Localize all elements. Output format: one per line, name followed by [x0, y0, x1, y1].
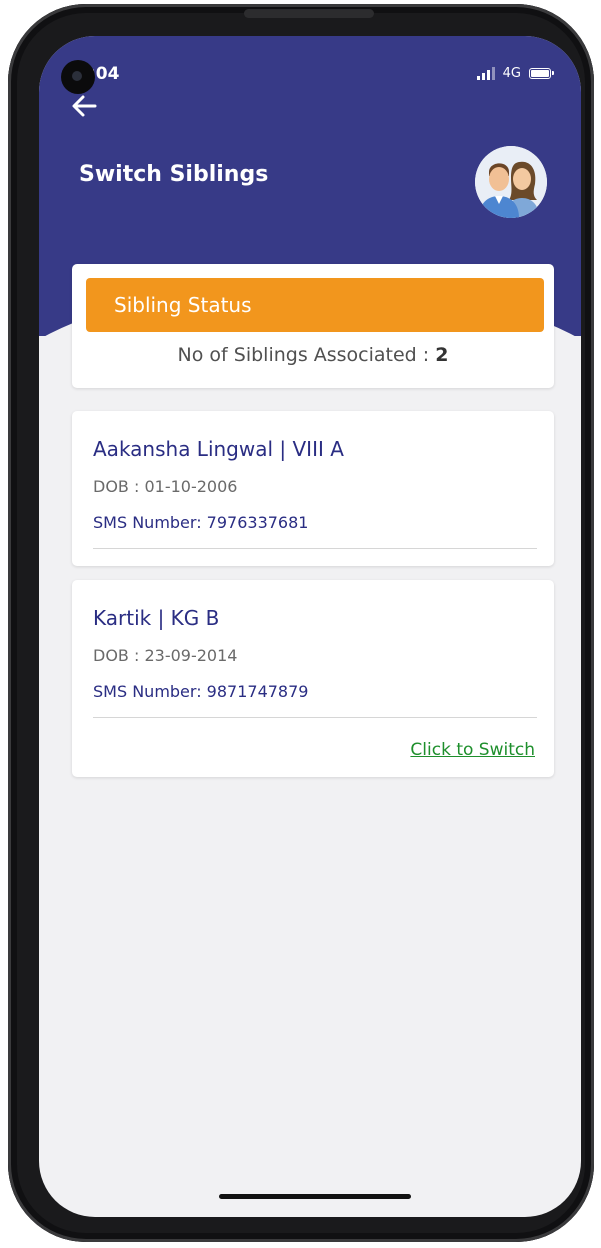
click-to-switch-link[interactable]: Click to Switch [410, 740, 535, 760]
front-camera-icon [61, 60, 95, 94]
card-divider [93, 717, 537, 718]
sibling-status-banner: Sibling Status [86, 278, 544, 332]
siblings-avatar-icon[interactable] [475, 146, 547, 218]
avatar-illustration [475, 146, 547, 218]
arrow-left-icon [72, 95, 97, 117]
sibling-name-class: Kartik | KG B [93, 606, 220, 630]
app-screen: :04 4G Switch Siblings Sibling Status No… [39, 36, 581, 1217]
siblings-associated-label: No of Siblings Associated : [177, 344, 436, 366]
sibling-dob: DOB : 01-10-2006 [93, 477, 238, 496]
sibling-card[interactable]: Aakansha Lingwal | VIII A DOB : 01-10-20… [72, 411, 554, 566]
sibling-status-card: Sibling Status No of Siblings Associated… [72, 264, 554, 388]
sibling-sms-number: SMS Number: 7976337681 [93, 513, 309, 532]
back-button[interactable] [65, 88, 105, 124]
status-indicators: 4G [476, 66, 554, 81]
sibling-name-class: Aakansha Lingwal | VIII A [93, 437, 344, 461]
sibling-card[interactable]: Kartik | KG B DOB : 23-09-2014 SMS Numbe… [72, 580, 554, 777]
network-type: 4G [502, 66, 521, 81]
battery-icon [529, 68, 554, 79]
home-indicator[interactable] [219, 1194, 411, 1199]
sibling-dob: DOB : 23-09-2014 [93, 646, 238, 665]
page-title: Switch Siblings [79, 162, 269, 187]
signal-icon [476, 67, 495, 80]
earpiece-speaker [244, 9, 374, 18]
phone-frame: :04 4G Switch Siblings Sibling Status No… [8, 4, 594, 1242]
sibling-sms-number: SMS Number: 9871747879 [93, 682, 309, 701]
siblings-associated-line: No of Siblings Associated : 2 [72, 344, 554, 366]
siblings-associated-count: 2 [435, 344, 449, 366]
card-divider [93, 548, 537, 549]
